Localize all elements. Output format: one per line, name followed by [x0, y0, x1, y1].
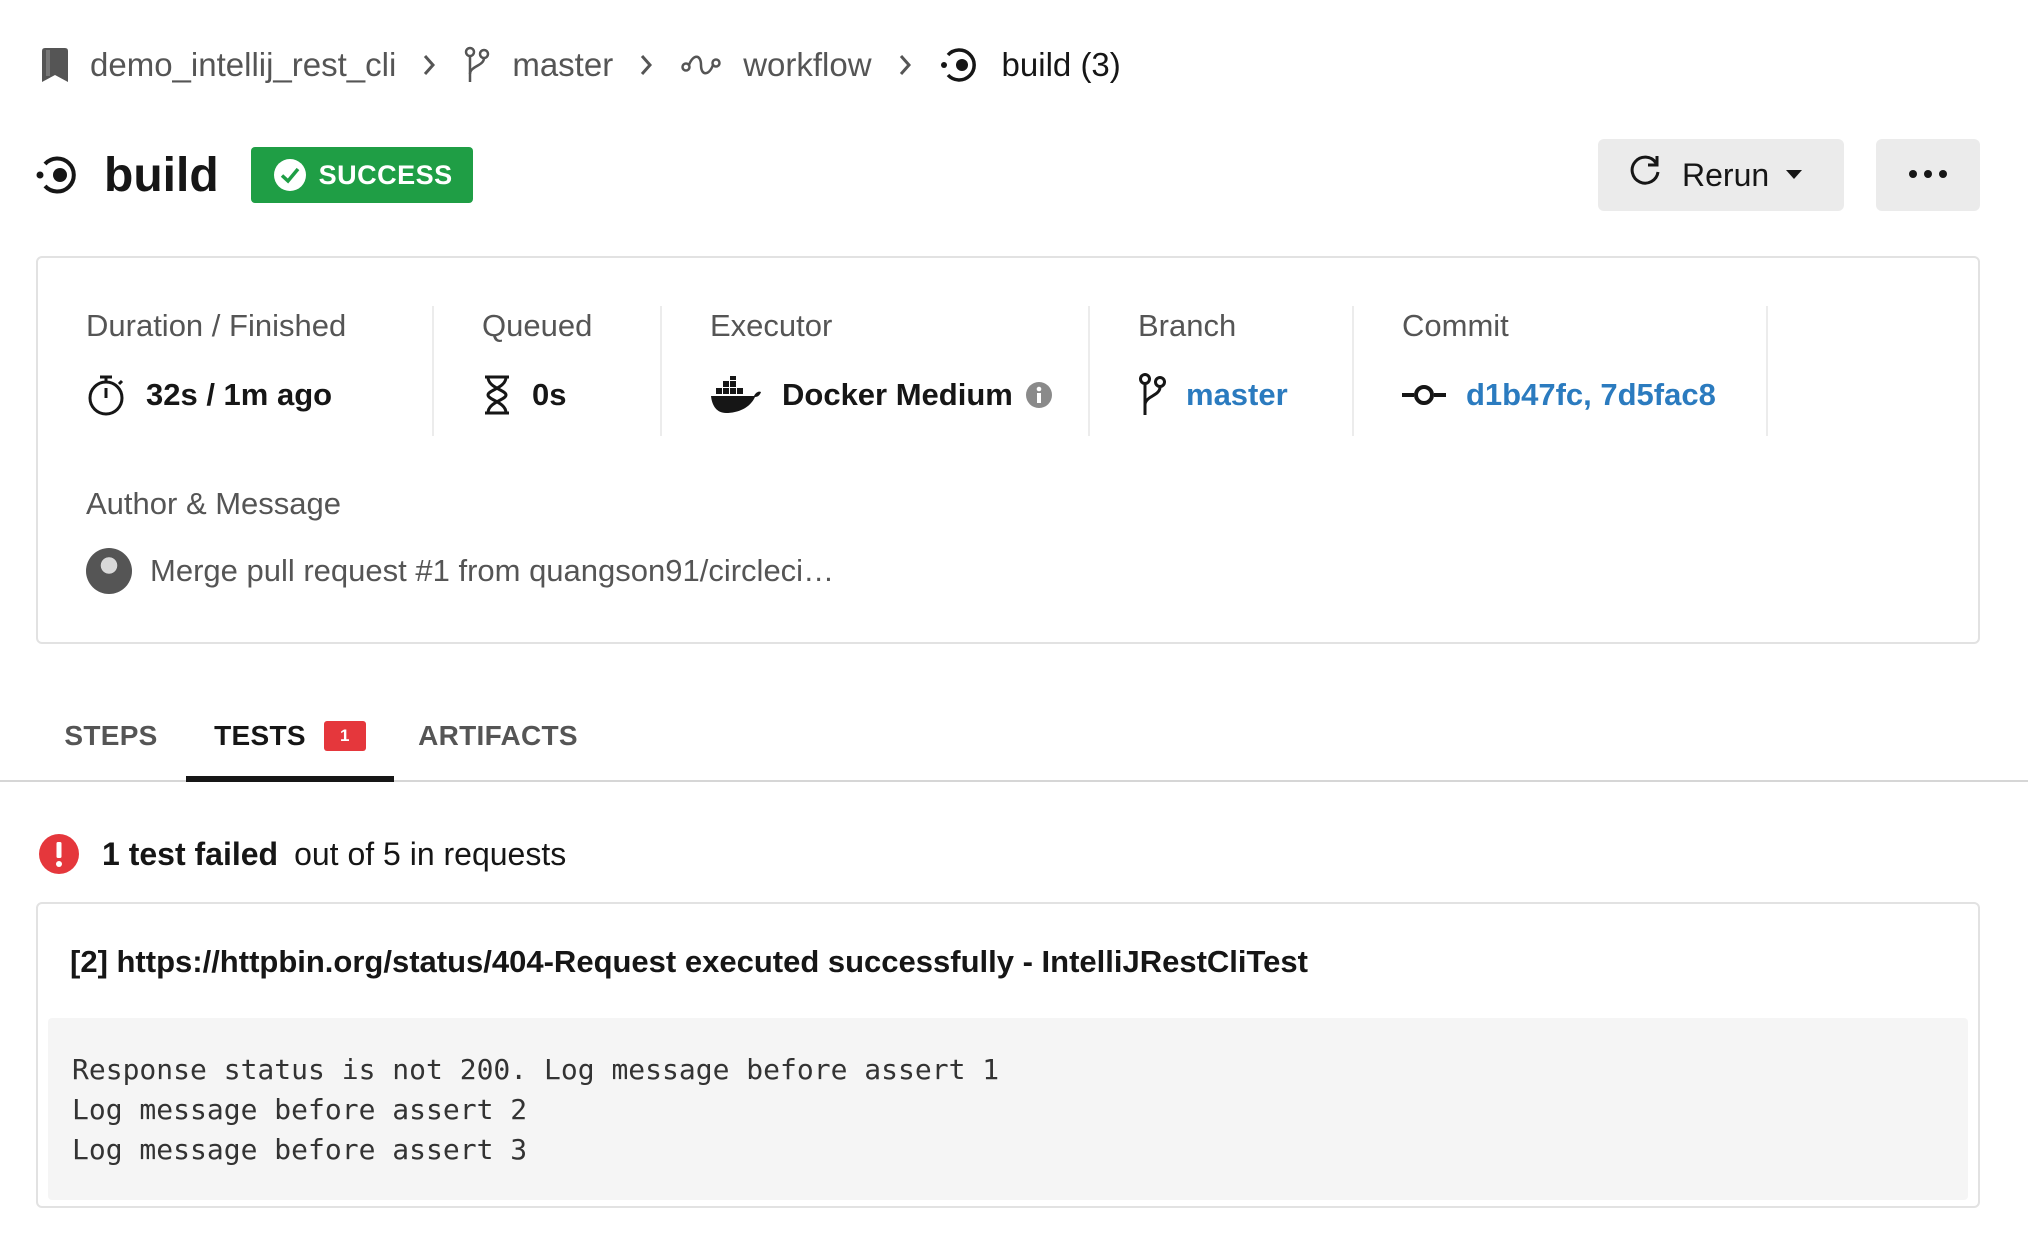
chevron-right-icon — [898, 54, 912, 76]
breadcrumb-workflow[interactable]: workflow — [681, 46, 872, 84]
tab-artifacts-label: ARTIFACTS — [418, 720, 578, 751]
job-details-card: Duration / Finished 32s / 1m ago Queued … — [36, 256, 1980, 644]
queued-field: Queued 0s — [482, 306, 592, 436]
tab-tests[interactable]: TESTS 1 — [186, 690, 394, 782]
divider — [1352, 306, 1354, 436]
repo-bookmark-icon — [42, 48, 68, 82]
job-icon — [36, 153, 80, 197]
divider — [1088, 306, 1090, 436]
workflow-icon — [681, 52, 721, 78]
queued-label: Queued — [482, 308, 593, 343]
more-horizontal-icon — [1908, 166, 1948, 184]
commit-field: Commit d1b47fc, 7d5fac8 — [1402, 306, 1716, 436]
tab-steps[interactable]: STEPS — [44, 690, 178, 782]
executor-label: Executor — [710, 308, 833, 343]
error-circle-icon — [38, 833, 80, 875]
branch-label: Branch — [1138, 308, 1237, 343]
test-name: [2] https://httpbin.org/status/404-Reque… — [70, 944, 1308, 979]
tab-count-badge: 1 — [323, 721, 366, 751]
more-options-button[interactable] — [1876, 139, 1980, 211]
divider — [660, 306, 662, 436]
author-label: Author & Message — [86, 486, 342, 521]
job-tabs: STEPS TESTS 1 ARTIFACTS — [0, 690, 2028, 782]
duration-label: Duration / Finished — [86, 308, 347, 343]
test-summary: 1 test failed out of 5 in requests — [38, 830, 566, 878]
author-row: Merge pull request #1 from quangson91/ci… — [86, 548, 834, 594]
breadcrumb-project-label: demo_intellij_rest_cli — [90, 46, 397, 83]
refresh-icon — [1628, 154, 1662, 196]
tab-artifacts[interactable]: ARTIFACTS — [412, 690, 584, 782]
git-commit-icon — [1402, 383, 1446, 407]
page-title: build — [104, 148, 219, 202]
rerun-button[interactable]: Rerun — [1598, 139, 1844, 211]
info-icon[interactable] — [1025, 381, 1053, 409]
executor-field: Executor Docker Medium — [710, 306, 1053, 436]
executor-value: Docker Medium — [782, 377, 1013, 412]
commit-message: Merge pull request #1 from quangson91/ci… — [150, 553, 835, 588]
breadcrumb: demo_intellij_rest_cli master workflow b… — [42, 38, 1121, 92]
log-line: Log message before assert 3 — [72, 1133, 528, 1166]
status-badge-label: SUCCESS — [318, 159, 453, 190]
summary-detail: out of 5 in requests — [294, 835, 567, 872]
docker-icon — [710, 376, 762, 414]
chevron-right-icon — [639, 54, 653, 76]
breadcrumb-workflow-label: workflow — [743, 46, 872, 83]
branch-link[interactable]: master — [1186, 377, 1288, 413]
duration-value: 32s / 1m ago — [146, 377, 333, 412]
job-header: build SUCCESS Rerun — [36, 139, 1980, 211]
breadcrumb-branch[interactable]: master — [464, 46, 613, 84]
hourglass-icon — [482, 374, 512, 416]
breadcrumb-project[interactable]: demo_intellij_rest_cli — [42, 46, 396, 84]
breadcrumb-job[interactable]: build (3) — [940, 45, 1121, 85]
avatar — [86, 548, 132, 594]
breadcrumb-branch-label: master — [512, 46, 614, 83]
header-actions: Rerun — [1598, 139, 1980, 211]
git-branch-icon — [1138, 373, 1166, 417]
divider — [1766, 306, 1768, 436]
commit-label: Commit — [1402, 308, 1509, 343]
tab-tests-label: TESTS — [214, 720, 306, 751]
stopwatch-icon — [86, 374, 126, 416]
caret-down-icon — [1785, 169, 1803, 181]
duration-field: Duration / Finished 32s / 1m ago — [86, 306, 346, 436]
failed-count: 1 test failed — [102, 835, 279, 872]
check-circle-icon — [273, 158, 307, 192]
status-badge: SUCCESS — [250, 147, 473, 203]
failed-test-card: [2] https://httpbin.org/status/404-Reque… — [36, 902, 1980, 1208]
job-icon — [940, 45, 980, 85]
log-line: Log message before assert 2 — [72, 1093, 528, 1126]
tab-steps-label: STEPS — [64, 720, 158, 751]
queued-value: 0s — [532, 377, 567, 412]
git-branch-icon — [464, 46, 490, 84]
chevron-right-icon — [422, 54, 436, 76]
log-line: Response status is not 200. Log message … — [72, 1053, 1000, 1086]
branch-field: Branch master — [1138, 306, 1288, 436]
divider — [432, 306, 434, 436]
commit-link[interactable]: d1b47fc, 7d5fac8 — [1466, 377, 1716, 413]
rerun-label: Rerun — [1682, 156, 1770, 193]
test-output: Response status is not 200. Log message … — [48, 1018, 1968, 1200]
breadcrumb-job-label: build (3) — [1001, 46, 1121, 83]
